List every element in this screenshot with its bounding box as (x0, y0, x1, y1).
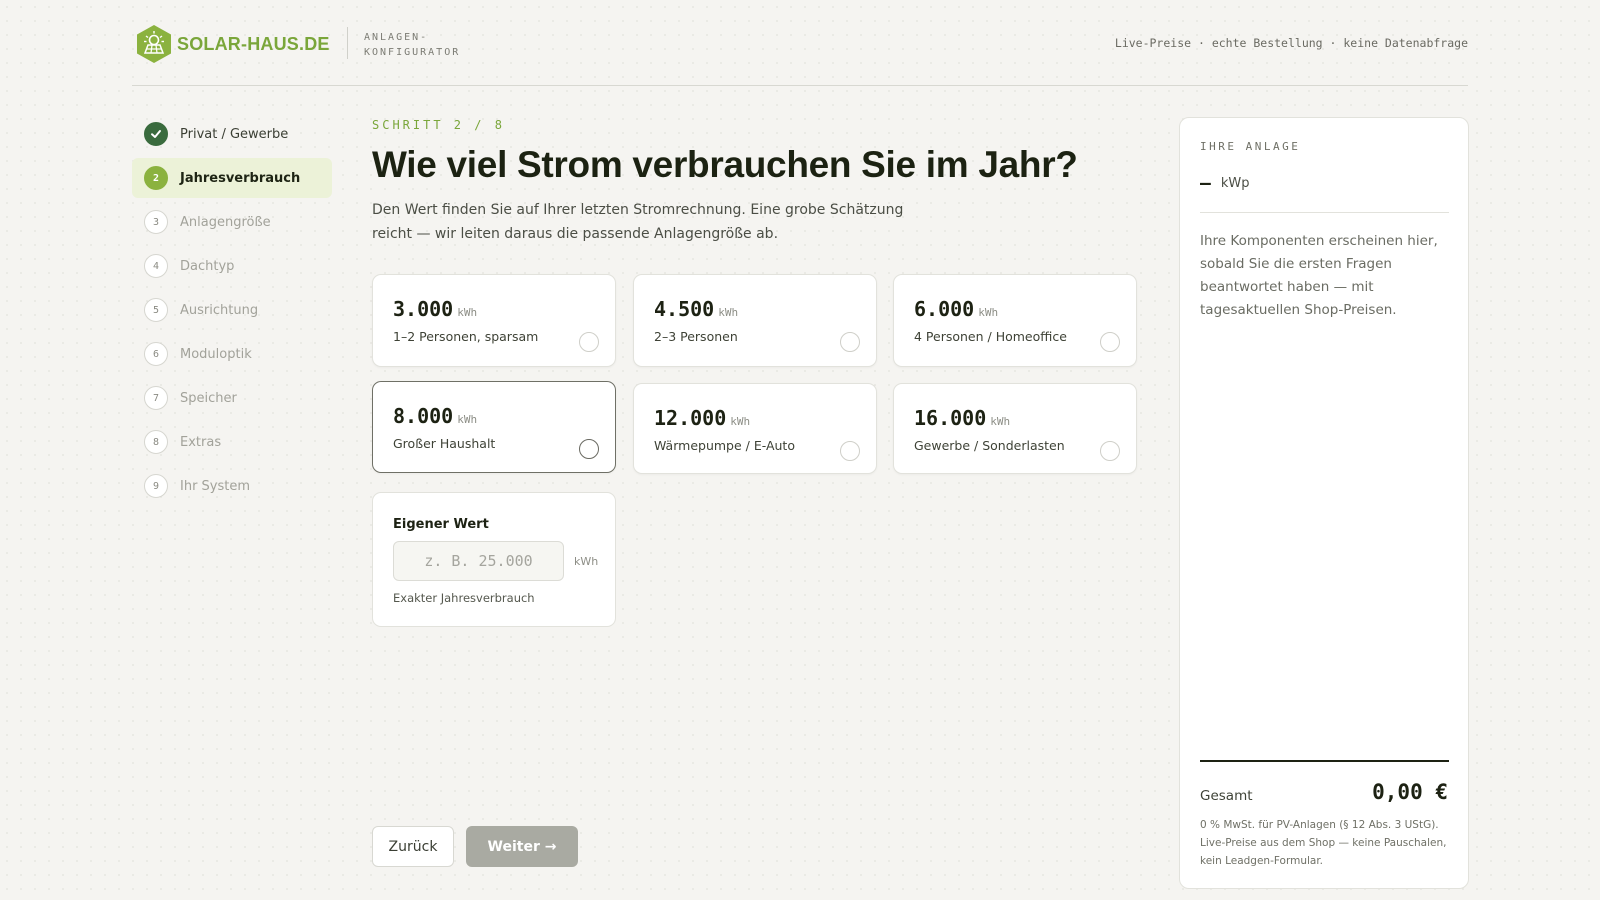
step-label: Ihr System (180, 478, 251, 494)
kwp-unit: kWp (1220, 176, 1250, 191)
step-number: 9 (144, 474, 168, 498)
intro-text: Den Wert finden Sie auf Ihrer letzten St… (372, 202, 904, 242)
radio-icon[interactable] (1100, 332, 1120, 352)
step-label: Dachtyp (180, 258, 235, 274)
step-item-ihr-system: 9 Ihr System (132, 466, 332, 506)
step-label: Privat / Gewerbe (180, 126, 289, 142)
header-divider (347, 27, 348, 59)
option-description: Gewerbe / Sonderlasten (914, 438, 1065, 453)
option-value: 12.000 kWh (654, 406, 751, 430)
option-value: 3.000 kWh (393, 297, 478, 321)
kwp-value: – (1200, 173, 1211, 194)
step-item-speicher: 7 Speicher (132, 378, 332, 418)
option-value: 8.000 kWh (393, 404, 478, 428)
header: SOLAR-HAUS.DE ANLAGEN-KONFIGURATOR Live-… (132, 0, 1468, 86)
step-number: 2 (144, 166, 168, 190)
custom-value-hint: Exakter Jahresverbrauch (393, 591, 535, 605)
step-item-ausrichtung: 5 Ausrichtung (132, 290, 332, 330)
step-counter: SCHRITT 2 / 8 (372, 118, 505, 132)
option-card-8000[interactable]: 8.000 kWh Großer Haushalt (372, 381, 616, 473)
step-item-privat-gewerbe[interactable]: Privat / Gewerbe (132, 114, 332, 154)
option-card-6000[interactable]: 6.000 kWh 4 Personen / Homeoffice (893, 274, 1137, 367)
radio-icon[interactable] (840, 332, 860, 352)
step-item-moduloptik: 6 Moduloptik (132, 334, 332, 374)
step-number: 5 (144, 298, 168, 322)
option-card-16000[interactable]: 16.000 kWh Gewerbe / Sonderlasten (893, 383, 1137, 474)
option-value: 16.000 kWh (914, 406, 1011, 430)
tax-note: 0 % MwSt. für PV-Anlagen (§ 12 Abs. 3 US… (1200, 819, 1447, 867)
step-number: 3 (144, 210, 168, 234)
custom-consumption-input[interactable] (393, 541, 564, 581)
radio-icon[interactable] (579, 439, 599, 459)
step-label: Jahresverbrauch (180, 170, 301, 186)
total-price: 0,00 € (1372, 780, 1448, 804)
option-description: Wärmepumpe / E-Auto (654, 438, 795, 453)
step-item-dachtyp: 4 Dachtyp (132, 246, 332, 286)
summary-empty-text: Ihre Komponenten erscheinen hier, sobald… (1200, 233, 1438, 318)
step-number: 7 (144, 386, 168, 410)
next-button[interactable]: Weiter → (466, 826, 578, 867)
step-number: 8 (144, 430, 168, 454)
step-label: Moduloptik (180, 346, 252, 362)
total-label: Gesamt (1200, 788, 1253, 804)
kwp-readout: – kWp (1200, 173, 1249, 194)
step-number: 4 (144, 254, 168, 278)
option-description: Großer Haushalt (393, 436, 496, 451)
step-item-anlagengroesse: 3 Anlagengröße (132, 202, 332, 242)
option-unit: kWh (718, 306, 739, 319)
option-unit: kWh (457, 306, 478, 319)
option-value: 4.500 kWh (654, 297, 739, 321)
option-unit: kWh (978, 306, 999, 319)
radio-icon[interactable] (1100, 441, 1120, 461)
option-card-3000[interactable]: 3.000 kWh 1–2 Personen, sparsam (372, 274, 616, 367)
back-button[interactable]: Zurück (372, 826, 454, 867)
total-divider (1200, 760, 1449, 762)
option-unit: kWh (730, 415, 751, 428)
header-tagline: Live-Preise · echte Bestellung · keine D… (1114, 36, 1468, 50)
custom-value-label: Eigener Wert (393, 517, 489, 532)
option-description: 1–2 Personen, sparsam (393, 329, 539, 344)
step-navigation: Privat / Gewerbe 2 Jahresverbrauch 3 Anl… (132, 114, 332, 510)
option-unit: kWh (990, 415, 1011, 428)
radio-icon[interactable] (840, 441, 860, 461)
step-label: Speicher (180, 390, 237, 406)
step-label: Ausrichtung (180, 302, 259, 318)
step-item-extras: 8 Extras (132, 422, 332, 462)
custom-unit: kWh (574, 555, 599, 568)
summary-heading: IHRE ANLAGE (1200, 140, 1301, 153)
radio-icon[interactable] (579, 332, 599, 352)
custom-value-card: Eigener Wert kWh Exakter Jahresverbrauch (372, 492, 616, 627)
option-card-12000[interactable]: 12.000 kWh Wärmepumpe / E-Auto (633, 383, 877, 474)
step-label: Anlagengröße (180, 214, 271, 230)
step-number: 6 (144, 342, 168, 366)
step-item-jahresverbrauch[interactable]: 2 Jahresverbrauch (132, 158, 332, 198)
check-icon (144, 122, 168, 146)
step-label: Extras (180, 434, 222, 450)
main-content: SCHRITT 2 / 8 Wie viel Strom verbrauchen… (372, 118, 1142, 867)
page-title: Wie viel Strom verbrauchen Sie im Jahr? (372, 144, 1078, 185)
sun-house-hexagon-icon (137, 25, 171, 63)
system-summary-panel: IHRE ANLAGE – kWp Ihre Komponenten ersch… (1179, 117, 1469, 889)
summary-divider (1200, 212, 1449, 213)
brand-logo[interactable]: SOLAR-HAUS.DE (135, 24, 330, 64)
brand-name: SOLAR-HAUS.DE (177, 33, 330, 54)
option-description: 2–3 Personen (654, 329, 738, 344)
option-unit: kWh (457, 413, 478, 426)
option-value: 6.000 kWh (914, 297, 999, 321)
option-card-4500[interactable]: 4.500 kWh 2–3 Personen (633, 274, 877, 367)
option-description: 4 Personen / Homeoffice (914, 329, 1067, 344)
app-name: ANLAGEN-KONFIGURATOR (364, 32, 461, 58)
